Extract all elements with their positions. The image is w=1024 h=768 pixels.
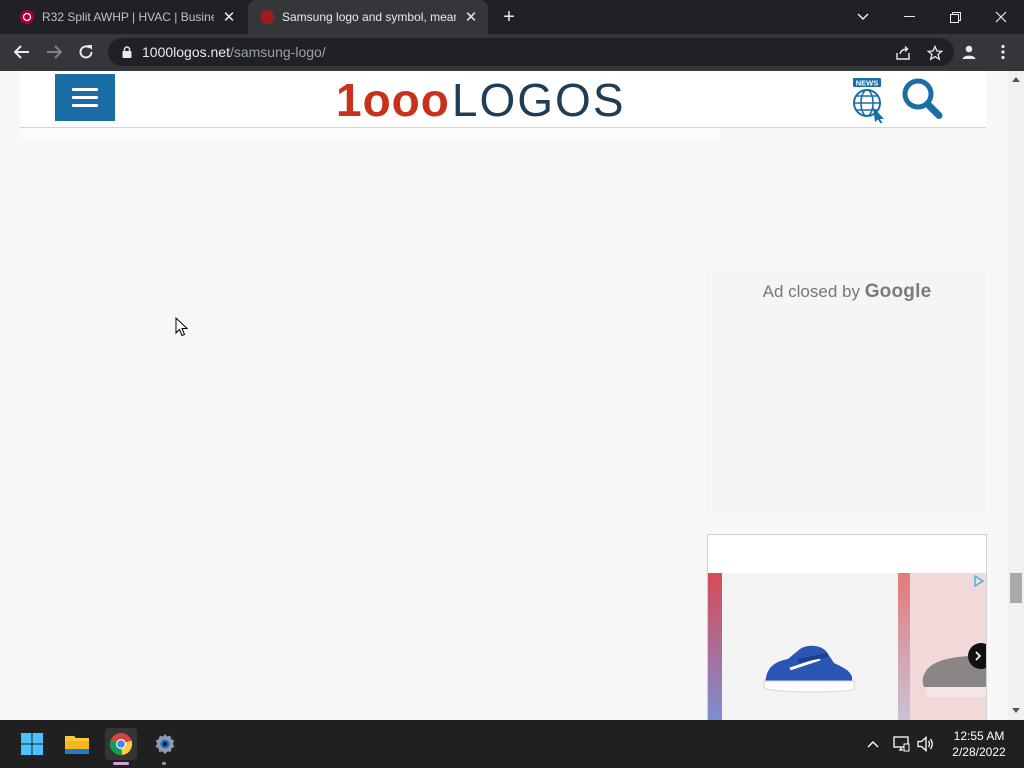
ad-product-edge <box>708 573 722 720</box>
file-explorer-icon[interactable] <box>61 728 93 760</box>
tab-title: Samsung logo and symbol, mean <box>282 10 456 24</box>
share-icon[interactable] <box>894 44 912 62</box>
chrome-active-indicator <box>113 762 129 765</box>
tab-search-chevron-icon[interactable] <box>852 6 874 28</box>
shoe-ad-carousel[interactable] <box>707 534 987 720</box>
ad-choices-icon[interactable] <box>974 574 985 588</box>
tab-title: R32 Split AWHP | HVAC | Busines <box>42 10 214 24</box>
google-wordmark: Google <box>864 281 932 302</box>
windows-start-icon[interactable] <box>16 728 48 760</box>
taskbar-clock[interactable]: 12:55 AM 2/28/2022 <box>944 728 1014 760</box>
1000logos-favicon-icon <box>260 10 274 24</box>
clock-date: 2/28/2022 <box>952 745 1006 759</box>
logo-number: 1ooo <box>336 74 450 126</box>
chrome-icon[interactable] <box>105 728 137 760</box>
hamburger-menu-button[interactable] <box>55 74 115 121</box>
ad-closed-prefix: Ad closed by <box>762 282 860 301</box>
menu-line <box>72 104 98 107</box>
lock-icon[interactable] <box>120 45 134 59</box>
close-tab-icon[interactable]: ✕ <box>219 7 239 27</box>
new-tab-button[interactable]: + <box>498 6 520 28</box>
ad-product-blue-sneaker[interactable] <box>708 573 898 720</box>
close-window-icon[interactable] <box>978 0 1024 34</box>
logo-word: LOGOS <box>451 74 626 126</box>
news-label: NEWS <box>856 79 879 88</box>
network-icon[interactable] <box>891 734 911 754</box>
blue-sneaker-icon <box>763 645 855 693</box>
tab-lg-hvac[interactable]: R32 Split AWHP | HVAC | Busines ✕ <box>0 0 248 34</box>
menu-line <box>72 96 98 99</box>
page-viewport: 1ooo LOGOS NEWS Ad closed by Google <box>0 71 1024 720</box>
window-controls <box>886 0 1024 34</box>
windows-taskbar: 12:55 AM 2/28/2022 <box>0 720 1024 768</box>
scroll-up-arrow-icon[interactable] <box>1008 75 1024 85</box>
restore-icon[interactable] <box>932 0 978 34</box>
content-strip <box>20 129 720 139</box>
volume-icon[interactable] <box>916 734 936 754</box>
bookmark-star-icon[interactable] <box>926 44 944 62</box>
reload-icon[interactable] <box>73 39 99 65</box>
tab-strip: R32 Split AWHP | HVAC | Busines ✕ Samsun… <box>0 0 1024 34</box>
forward-arrow-icon[interactable] <box>41 39 67 65</box>
url-text: 1000logos.net/samsung-logo/ <box>142 44 326 60</box>
show-hidden-icons-chevron-icon[interactable] <box>864 734 882 754</box>
lg-favicon-icon <box>20 10 34 24</box>
address-bar[interactable]: 1000logos.net/samsung-logo/ <box>108 38 954 66</box>
close-tab-icon[interactable]: ✕ <box>461 7 481 27</box>
url-domain: 1000logos.net <box>142 44 230 60</box>
back-arrow-icon[interactable] <box>9 39 35 65</box>
tab-samsung-logo[interactable]: Samsung logo and symbol, mean ✕ <box>248 0 488 34</box>
scroll-down-arrow-icon[interactable] <box>1008 706 1024 716</box>
settings-gear-icon[interactable] <box>149 728 181 760</box>
carousel-next-arrow-icon[interactable] <box>968 643 986 669</box>
clock-time: 12:55 AM <box>953 729 1005 743</box>
search-magnifier-icon[interactable] <box>900 77 944 121</box>
mouse-cursor-icon <box>175 316 189 337</box>
page-scrollbar[interactable] <box>1008 71 1024 720</box>
address-bar-actions <box>894 44 944 62</box>
settings-running-indicator <box>162 762 166 765</box>
menu-line <box>72 88 98 91</box>
site-header: 1ooo LOGOS NEWS <box>20 71 986 128</box>
browser-menu-icon[interactable] <box>992 41 1014 63</box>
news-globe-icon[interactable]: NEWS <box>851 77 887 124</box>
minimize-icon[interactable] <box>886 0 932 34</box>
profile-avatar-icon[interactable] <box>958 41 980 63</box>
scrollbar-thumb[interactable] <box>1010 573 1022 603</box>
ad-closed-text: Ad closed by Google <box>707 281 987 303</box>
url-path: /samsung-logo/ <box>229 44 326 60</box>
ad-closed-notice: Ad closed by Google <box>707 267 987 513</box>
site-logo[interactable]: 1ooo LOGOS <box>336 77 626 123</box>
ad-product-edge <box>898 573 910 720</box>
browser-toolbar: 1000logos.net/samsung-logo/ <box>0 34 1024 71</box>
